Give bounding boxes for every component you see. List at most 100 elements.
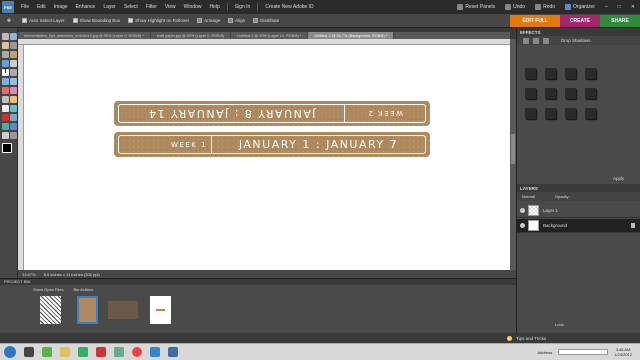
menu-image[interactable]: Image [50,4,72,10]
effects-dropdown[interactable]: Drop Shadows [561,38,591,43]
sign-in-link[interactable]: Sign In [231,4,255,10]
sponge-tool-icon[interactable] [2,132,9,139]
hand-tool-icon[interactable] [2,42,9,49]
undo-button[interactable]: Undo [500,4,530,10]
bounding-box-checkbox[interactable]: Show Bounding Box [69,18,125,23]
cookie-cutter-icon[interactable] [2,78,9,85]
address-input[interactable] [558,349,609,355]
magic-wand-tool-icon[interactable] [2,60,9,67]
zoom-tool-icon[interactable] [10,33,17,40]
effect-thumbnail[interactable] [585,68,596,79]
tab-share[interactable]: SHARE [600,14,640,27]
effect-thumbnail[interactable] [525,108,536,119]
start-button-icon[interactable] [4,346,16,358]
eye-icon[interactable] [520,223,525,228]
distribute-button[interactable]: Distribute [249,18,283,23]
brush-tool-icon[interactable] [2,105,9,112]
menu-window[interactable]: Window [180,4,206,10]
spotify-icon[interactable] [42,347,52,357]
highlight-checkbox[interactable]: Show Highlight on Rollover [124,18,193,23]
straighten-tool-icon[interactable] [10,78,17,85]
bin-actions-button[interactable]: Bin Actions [73,287,93,292]
menu-enhance[interactable]: Enhance [72,4,100,10]
crop-tool-icon[interactable] [10,69,17,76]
doc-tab[interactable]: kraft paper.jpg @ 50% (Layer 0, RGB/8) [151,32,232,39]
media-player-icon[interactable] [24,347,34,357]
tab-edit-full[interactable]: EDIT FULL [510,14,560,27]
smart-brush-icon[interactable] [10,105,17,112]
effect-thumbnail[interactable] [585,108,596,119]
blur-tool-icon[interactable] [10,123,17,130]
effect-thumbnail[interactable] [525,88,536,99]
document-canvas[interactable]: WEEK 2 JANUARY 8 : JANUARY 14 WEEK 1 JAN… [24,45,510,270]
align-button[interactable]: Align [224,18,249,23]
label-strip-week2[interactable]: WEEK 2 JANUARY 8 : JANUARY 14 [114,101,430,126]
blend-mode-dropdown[interactable]: Normal [522,194,535,199]
effect-thumbnail[interactable] [545,68,556,79]
label-strip-week1[interactable]: WEEK 1 JANUARY 1 : JANUARY 7 [114,132,430,157]
menu-view[interactable]: View [161,4,180,10]
effect-thumbnail[interactable] [545,108,556,119]
menu-edit[interactable]: Edit [33,4,50,10]
eye-icon[interactable] [520,208,525,213]
create-id-link[interactable]: Create New Adobe ID [261,4,317,10]
bin-thumbnail[interactable] [108,301,138,319]
bin-thumbnail[interactable] [150,296,171,324]
layer-row-selected[interactable]: Background [517,219,640,233]
red-eye-tool-icon[interactable] [2,87,9,94]
foreground-color-swatch[interactable] [2,143,12,153]
paint-bucket-icon[interactable] [2,114,9,121]
maximize-button[interactable]: □ [613,4,626,10]
reset-panels-button[interactable]: Reset Panels [452,4,500,10]
arrange-button[interactable]: Arrange [193,18,224,23]
layer-styles-icon[interactable] [533,37,539,44]
effect-thumbnail[interactable] [565,68,576,79]
effect-thumbnail[interactable] [565,108,576,119]
layer-row[interactable]: Layer 1 [517,204,640,218]
menu-filter[interactable]: Filter [142,4,161,10]
clone-stamp-icon[interactable] [2,96,9,103]
healing-brush-icon[interactable] [10,87,17,94]
menu-select[interactable]: Select [120,4,142,10]
photo-effects-icon[interactable] [543,37,549,44]
selection-brush-icon[interactable] [10,60,17,67]
shape-tool-icon[interactable] [2,123,9,130]
photoshop-elements-icon[interactable] [168,347,178,357]
doc-tab[interactable]: Untitled-1 @ 50% (Layer 12, RGB/8) * [231,32,309,39]
effect-thumbnail[interactable] [545,88,556,99]
redo-button[interactable]: Redo [530,4,560,10]
filters-icon[interactable] [523,37,529,44]
minimize-button[interactable]: – [600,4,613,10]
bin-thumbnail[interactable] [77,296,98,324]
chrome-icon[interactable] [132,347,142,357]
gradient-tool-icon[interactable] [10,114,17,121]
folder-icon[interactable] [60,347,70,357]
apply-button[interactable]: Apply [613,176,624,181]
effect-thumbnail[interactable] [525,68,536,79]
type-tool-icon[interactable]: T [2,69,9,76]
tips-link[interactable]: Tips and Tricks [516,336,546,341]
organizer-button[interactable]: Organizer [560,4,600,10]
marquee-tool-icon[interactable] [2,51,9,58]
tab-create[interactable]: CREATE [560,14,600,27]
scroll-thumb[interactable] [511,134,515,164]
filezilla-icon[interactable] [96,347,106,357]
eyedropper-tool-icon[interactable] [10,42,17,49]
doc-tab-active[interactable]: Untitled-2 @ 33.7% (Background, RGB/8) * [308,32,395,39]
lasso-tool-icon[interactable] [10,51,17,58]
app-icon[interactable] [150,347,160,357]
effect-thumbnail[interactable] [585,88,596,99]
eraser-tool-icon[interactable] [10,96,17,103]
menu-file[interactable]: File [17,4,33,10]
app-icon[interactable] [78,347,88,357]
show-files-dropdown[interactable]: Show Open Files [33,287,63,292]
close-button[interactable]: ✕ [626,4,640,10]
menu-layer[interactable]: Layer [99,4,120,10]
app-icon[interactable] [114,347,124,357]
bin-thumbnail[interactable] [40,296,61,324]
pencil-tool-icon[interactable] [10,132,17,139]
menu-help[interactable]: Help [205,4,223,10]
auto-select-checkbox[interactable]: Auto Select Layer [18,18,69,23]
effect-thumbnail[interactable] [565,88,576,99]
move-tool-icon[interactable] [2,33,9,40]
